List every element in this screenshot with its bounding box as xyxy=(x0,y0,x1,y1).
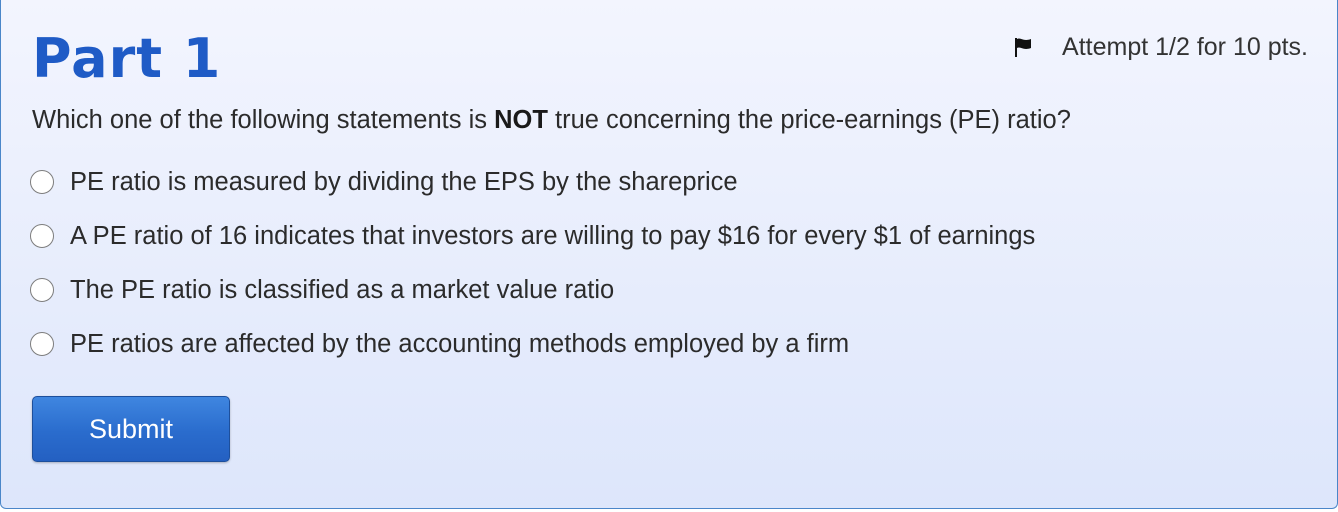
answer-option[interactable]: PE ratio is measured by dividing the EPS… xyxy=(30,155,1035,209)
attempt-text: Attempt 1/2 for 10 pts. xyxy=(1062,32,1308,61)
answer-option[interactable]: PE ratios are affected by the accounting… xyxy=(30,317,1035,371)
radio-button[interactable] xyxy=(30,170,54,194)
answer-option-label: A PE ratio of 16 indicates that investor… xyxy=(70,221,1036,250)
submit-button[interactable]: Submit xyxy=(32,396,230,462)
part-title: Part 1 xyxy=(32,27,222,90)
answer-option[interactable]: The PE ratio is classified as a market v… xyxy=(30,263,1035,317)
question-emphasis: NOT xyxy=(494,106,548,134)
question-suffix: true concerning the price-earnings (PE) … xyxy=(547,106,1071,134)
answer-option-label: The PE ratio is classified as a market v… xyxy=(70,275,615,304)
radio-button[interactable] xyxy=(30,278,54,302)
radio-button[interactable] xyxy=(30,224,54,248)
flag-icon[interactable] xyxy=(1012,36,1034,58)
answer-option[interactable]: A PE ratio of 16 indicates that investor… xyxy=(30,209,1035,263)
answer-option-label: PE ratio is measured by dividing the EPS… xyxy=(70,167,738,196)
answer-options: PE ratio is measured by dividing the EPS… xyxy=(30,155,1035,371)
radio-button[interactable] xyxy=(30,332,54,356)
question-prefix: Which one of the following statements is xyxy=(32,106,495,134)
attempt-info: Attempt 1/2 for 10 pts. xyxy=(1012,30,1308,64)
answer-option-label: PE ratios are affected by the accounting… xyxy=(70,329,850,358)
question-card: Part 1 Attempt 1/2 for 10 pts. Which one… xyxy=(0,0,1338,509)
question-text: Which one of the following statements is… xyxy=(32,102,1071,138)
